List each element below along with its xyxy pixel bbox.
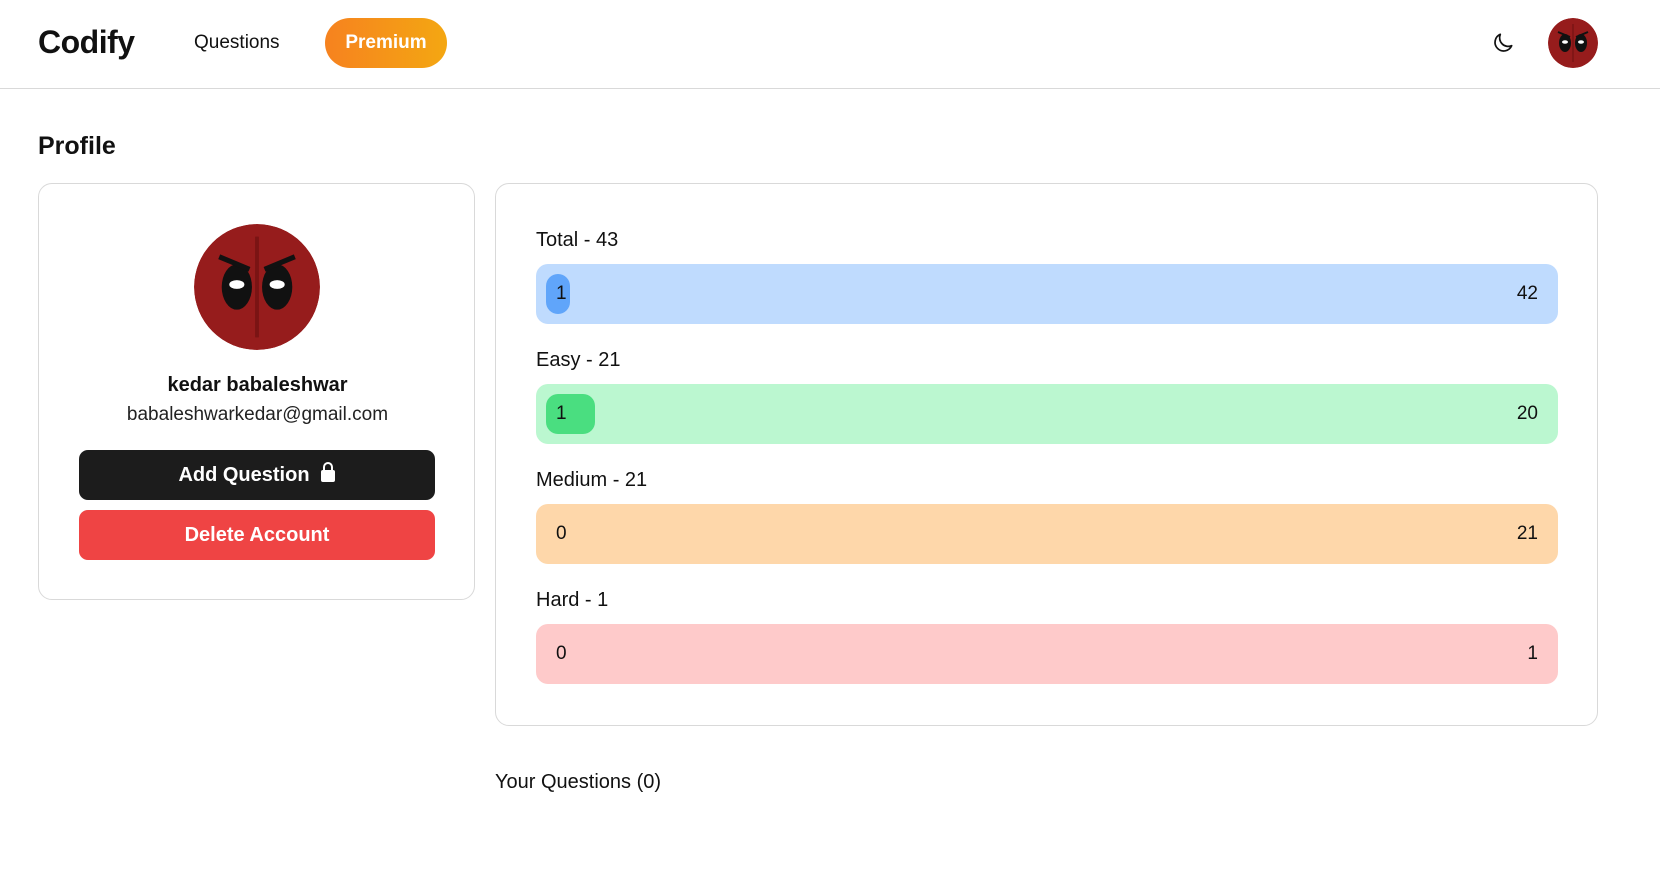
user-email: babaleshwarkedar@gmail.com [126, 404, 389, 425]
user-avatar-menu[interactable] [1548, 18, 1598, 68]
remaining-count-hard: 1 [1527, 643, 1538, 664]
progress-bar-total: 1 42 [536, 264, 1558, 324]
remaining-count-easy: 20 [1516, 403, 1538, 424]
solved-count-medium: 0 [556, 523, 567, 544]
premium-button[interactable]: Premium [325, 18, 447, 68]
progress-fill-easy [546, 394, 595, 434]
delete-account-button[interactable]: Delete Account [79, 510, 435, 560]
remaining-count-total: 42 [1516, 283, 1538, 304]
stat-label-hard: Hard - 1 [536, 589, 609, 611]
remaining-count-medium: 21 [1516, 523, 1538, 544]
lock-icon [320, 461, 336, 489]
progress-bar-hard: 0 1 [536, 624, 1558, 684]
moon-icon[interactable] [1490, 30, 1516, 56]
stats-card: Total - 43 1 42 Easy - 21 1 20 Medium - … [495, 183, 1598, 726]
profile-card: kedar babaleshwar babaleshwarkedar@gmail… [38, 183, 475, 600]
nav-link-questions[interactable]: Questions [194, 32, 280, 54]
profile-avatar [194, 224, 320, 350]
add-question-button[interactable]: Add Question [79, 450, 435, 500]
stat-label-easy: Easy - 21 [536, 349, 621, 371]
solved-count-easy: 1 [556, 403, 567, 424]
your-questions-heading: Your Questions (0) [495, 771, 662, 793]
navbar: Codify Questions Premium [0, 0, 1660, 89]
stat-label-total: Total - 43 [536, 229, 619, 251]
page-title: Profile [38, 132, 116, 160]
stat-label-medium: Medium - 21 [536, 469, 648, 491]
progress-bar-easy: 1 20 [536, 384, 1558, 444]
brand-logo[interactable]: Codify [38, 24, 135, 61]
add-question-label: Add Question [178, 463, 310, 486]
solved-count-total: 1 [556, 283, 567, 304]
solved-count-hard: 0 [556, 643, 567, 664]
progress-bar-medium: 0 21 [536, 504, 1558, 564]
user-name: kedar babaleshwar [167, 374, 348, 396]
